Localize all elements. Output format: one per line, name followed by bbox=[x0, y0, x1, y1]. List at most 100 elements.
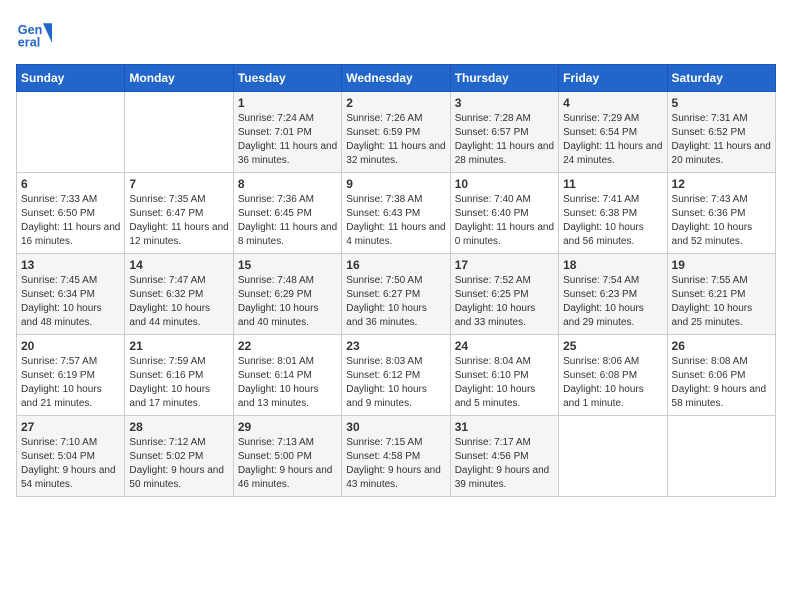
day-cell: 27 Sunrise: 7:10 AM Sunset: 5:04 PM Dayli… bbox=[17, 416, 125, 497]
day-number: 5 bbox=[672, 96, 771, 110]
column-header-monday: Monday bbox=[125, 65, 233, 92]
day-cell: 3 Sunrise: 7:28 AM Sunset: 6:57 PM Daylig… bbox=[450, 92, 558, 173]
day-cell: 21 Sunrise: 7:59 AM Sunset: 6:16 PM Dayli… bbox=[125, 335, 233, 416]
day-number: 7 bbox=[129, 177, 228, 191]
day-cell bbox=[17, 92, 125, 173]
day-cell: 26 Sunrise: 8:08 AM Sunset: 6:06 PM Dayli… bbox=[667, 335, 775, 416]
day-cell bbox=[125, 92, 233, 173]
day-cell: 10 Sunrise: 7:40 AM Sunset: 6:40 PM Dayli… bbox=[450, 173, 558, 254]
day-info: Sunrise: 7:43 AM Sunset: 6:36 PM Dayligh… bbox=[672, 193, 771, 249]
day-cell: 23 Sunrise: 8:03 AM Sunset: 6:12 PM Dayli… bbox=[342, 335, 450, 416]
day-info: Sunrise: 7:15 AM Sunset: 4:58 PM Dayligh… bbox=[346, 436, 445, 492]
day-info: Sunrise: 8:01 AM Sunset: 6:14 PM Dayligh… bbox=[238, 355, 337, 411]
day-info: Sunrise: 7:33 AM Sunset: 6:50 PM Dayligh… bbox=[21, 193, 120, 249]
day-number: 1 bbox=[238, 96, 337, 110]
day-number: 12 bbox=[672, 177, 771, 191]
day-number: 23 bbox=[346, 339, 445, 353]
day-info: Sunrise: 8:03 AM Sunset: 6:12 PM Dayligh… bbox=[346, 355, 445, 411]
day-cell: 18 Sunrise: 7:54 AM Sunset: 6:23 PM Dayli… bbox=[559, 254, 667, 335]
day-cell: 7 Sunrise: 7:35 AM Sunset: 6:47 PM Daylig… bbox=[125, 173, 233, 254]
day-cell: 9Sunrise: 7:38 AM Sunset: 6:43 PM Daylig… bbox=[342, 173, 450, 254]
day-number: 15 bbox=[238, 258, 337, 272]
day-cell: 15 Sunrise: 7:48 AM Sunset: 6:29 PM Dayli… bbox=[233, 254, 341, 335]
day-number: 8 bbox=[238, 177, 337, 191]
day-cell: 25 Sunrise: 8:06 AM Sunset: 6:08 PM Dayli… bbox=[559, 335, 667, 416]
day-info: Sunrise: 7:50 AM Sunset: 6:27 PM Dayligh… bbox=[346, 274, 445, 330]
day-number: 13 bbox=[21, 258, 120, 272]
day-number: 26 bbox=[672, 339, 771, 353]
day-cell: 19Sunrise: 7:55 AM Sunset: 6:21 PM Dayli… bbox=[667, 254, 775, 335]
column-header-wednesday: Wednesday bbox=[342, 65, 450, 92]
day-number: 20 bbox=[21, 339, 120, 353]
day-cell: 14 Sunrise: 7:47 AM Sunset: 6:32 PM Dayli… bbox=[125, 254, 233, 335]
week-row-2: 6 Sunrise: 7:33 AM Sunset: 6:50 PM Daylig… bbox=[17, 173, 776, 254]
day-cell: 2Sunrise: 7:26 AM Sunset: 6:59 PM Daylig… bbox=[342, 92, 450, 173]
day-info: Sunrise: 7:52 AM Sunset: 6:25 PM Dayligh… bbox=[455, 274, 554, 330]
day-number: 4 bbox=[563, 96, 662, 110]
day-info: Sunrise: 7:26 AM Sunset: 6:59 PM Dayligh… bbox=[346, 112, 445, 168]
day-info: Sunrise: 8:06 AM Sunset: 6:08 PM Dayligh… bbox=[563, 355, 662, 411]
day-number: 9 bbox=[346, 177, 445, 191]
week-row-5: 27 Sunrise: 7:10 AM Sunset: 5:04 PM Dayli… bbox=[17, 416, 776, 497]
day-cell: 8 Sunrise: 7:36 AM Sunset: 6:45 PM Daylig… bbox=[233, 173, 341, 254]
day-info: Sunrise: 7:47 AM Sunset: 6:32 PM Dayligh… bbox=[129, 274, 228, 330]
day-cell: 12 Sunrise: 7:43 AM Sunset: 6:36 PM Dayli… bbox=[667, 173, 775, 254]
day-number: 18 bbox=[563, 258, 662, 272]
day-number: 10 bbox=[455, 177, 554, 191]
logo-icon: Gen eral bbox=[16, 16, 52, 52]
day-cell bbox=[559, 416, 667, 497]
day-info: Sunrise: 7:59 AM Sunset: 6:16 PM Dayligh… bbox=[129, 355, 228, 411]
day-info: Sunrise: 7:36 AM Sunset: 6:45 PM Dayligh… bbox=[238, 193, 337, 249]
day-number: 25 bbox=[563, 339, 662, 353]
week-row-4: 20 Sunrise: 7:57 AM Sunset: 6:19 PM Dayli… bbox=[17, 335, 776, 416]
day-info: Sunrise: 7:57 AM Sunset: 6:19 PM Dayligh… bbox=[21, 355, 120, 411]
day-info: Sunrise: 7:40 AM Sunset: 6:40 PM Dayligh… bbox=[455, 193, 554, 249]
day-info: Sunrise: 7:31 AM Sunset: 6:52 PM Dayligh… bbox=[672, 112, 771, 168]
day-cell: 24 Sunrise: 8:04 AM Sunset: 6:10 PM Dayli… bbox=[450, 335, 558, 416]
day-cell: 31Sunrise: 7:17 AM Sunset: 4:56 PM Dayli… bbox=[450, 416, 558, 497]
day-info: Sunrise: 7:12 AM Sunset: 5:02 PM Dayligh… bbox=[129, 436, 228, 492]
day-info: Sunrise: 7:48 AM Sunset: 6:29 PM Dayligh… bbox=[238, 274, 337, 330]
column-header-saturday: Saturday bbox=[667, 65, 775, 92]
day-info: Sunrise: 7:29 AM Sunset: 6:54 PM Dayligh… bbox=[563, 112, 662, 168]
day-cell: 1 Sunrise: 7:24 AM Sunset: 7:01 PM Daylig… bbox=[233, 92, 341, 173]
day-info: Sunrise: 7:45 AM Sunset: 6:34 PM Dayligh… bbox=[21, 274, 120, 330]
day-number: 11 bbox=[563, 177, 662, 191]
day-cell: 16Sunrise: 7:50 AM Sunset: 6:27 PM Dayli… bbox=[342, 254, 450, 335]
day-number: 17 bbox=[455, 258, 554, 272]
day-number: 24 bbox=[455, 339, 554, 353]
logo: Gen eral bbox=[16, 16, 58, 52]
day-number: 28 bbox=[129, 420, 228, 434]
day-number: 3 bbox=[455, 96, 554, 110]
day-info: Sunrise: 7:13 AM Sunset: 5:00 PM Dayligh… bbox=[238, 436, 337, 492]
day-number: 14 bbox=[129, 258, 228, 272]
column-header-thursday: Thursday bbox=[450, 65, 558, 92]
day-cell: 30 Sunrise: 7:15 AM Sunset: 4:58 PM Dayli… bbox=[342, 416, 450, 497]
day-number: 27 bbox=[21, 420, 120, 434]
day-number: 29 bbox=[238, 420, 337, 434]
day-number: 21 bbox=[129, 339, 228, 353]
day-number: 30 bbox=[346, 420, 445, 434]
day-info: Sunrise: 7:55 AM Sunset: 6:21 PM Dayligh… bbox=[672, 274, 771, 330]
day-info: Sunrise: 8:08 AM Sunset: 6:06 PM Dayligh… bbox=[672, 355, 771, 411]
day-info: Sunrise: 7:28 AM Sunset: 6:57 PM Dayligh… bbox=[455, 112, 554, 168]
day-cell: 4 Sunrise: 7:29 AM Sunset: 6:54 PM Daylig… bbox=[559, 92, 667, 173]
column-header-friday: Friday bbox=[559, 65, 667, 92]
day-info: Sunrise: 7:10 AM Sunset: 5:04 PM Dayligh… bbox=[21, 436, 120, 492]
day-cell: 20 Sunrise: 7:57 AM Sunset: 6:19 PM Dayli… bbox=[17, 335, 125, 416]
day-cell: 29 Sunrise: 7:13 AM Sunset: 5:00 PM Dayli… bbox=[233, 416, 341, 497]
day-cell: 17 Sunrise: 7:52 AM Sunset: 6:25 PM Dayli… bbox=[450, 254, 558, 335]
day-cell: 22 Sunrise: 8:01 AM Sunset: 6:14 PM Dayli… bbox=[233, 335, 341, 416]
day-number: 22 bbox=[238, 339, 337, 353]
page-header: Gen eral bbox=[16, 16, 776, 52]
day-info: Sunrise: 7:41 AM Sunset: 6:38 PM Dayligh… bbox=[563, 193, 662, 249]
day-number: 6 bbox=[21, 177, 120, 191]
day-info: Sunrise: 7:24 AM Sunset: 7:01 PM Dayligh… bbox=[238, 112, 337, 168]
day-info: Sunrise: 7:35 AM Sunset: 6:47 PM Dayligh… bbox=[129, 193, 228, 249]
day-cell bbox=[667, 416, 775, 497]
week-row-1: 1 Sunrise: 7:24 AM Sunset: 7:01 PM Daylig… bbox=[17, 92, 776, 173]
column-header-sunday: Sunday bbox=[17, 65, 125, 92]
day-info: Sunrise: 7:54 AM Sunset: 6:23 PM Dayligh… bbox=[563, 274, 662, 330]
day-info: Sunrise: 8:04 AM Sunset: 6:10 PM Dayligh… bbox=[455, 355, 554, 411]
day-cell: 5 Sunrise: 7:31 AM Sunset: 6:52 PM Daylig… bbox=[667, 92, 775, 173]
